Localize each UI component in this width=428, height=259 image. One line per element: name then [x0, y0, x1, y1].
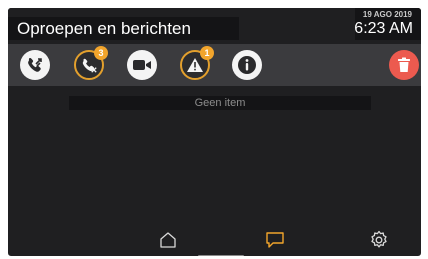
phone-missed-icon: [82, 58, 97, 73]
header: Oproepen en berichten 19 AGO 2019 6:23 A…: [8, 8, 421, 43]
calls-button[interactable]: [20, 50, 50, 80]
date-label: 19 AGO 2019: [362, 10, 412, 19]
empty-state-label: Geen item: [194, 97, 246, 109]
video-messages-button[interactable]: [127, 50, 157, 80]
alarms-button[interactable]: 1: [180, 46, 214, 80]
home-indicator-bar[interactable]: [198, 255, 244, 256]
chat-bubble-icon: [266, 232, 284, 248]
page-title: Oproepen en berichten: [17, 19, 191, 38]
intercom-screen: Oproepen en berichten 19 AGO 2019 6:23 A…: [8, 8, 421, 256]
missed-calls-button[interactable]: 3: [74, 46, 108, 80]
nav-messages-button[interactable]: [264, 229, 286, 251]
missed-calls-badge: 3: [94, 46, 108, 60]
home-icon: [160, 232, 176, 248]
video-camera-icon: [133, 60, 151, 70]
phone-arrows-icon: [28, 58, 42, 72]
toolbar: 3 1: [8, 44, 421, 86]
time-label: 6:23 AM: [354, 20, 413, 37]
gear-icon: [371, 230, 387, 248]
info-icon: [238, 56, 256, 74]
info-button[interactable]: [232, 50, 262, 80]
warning-triangle-icon: [187, 58, 203, 72]
nav-home-button[interactable]: [157, 229, 179, 251]
trash-icon: [398, 57, 410, 72]
alarms-badge: 1: [200, 46, 214, 60]
datetime-box: 19 AGO 2019 6:23 AM: [354, 8, 421, 40]
empty-state: Geen item: [69, 96, 371, 110]
delete-button[interactable]: [389, 50, 419, 80]
nav-settings-button[interactable]: [368, 229, 390, 251]
